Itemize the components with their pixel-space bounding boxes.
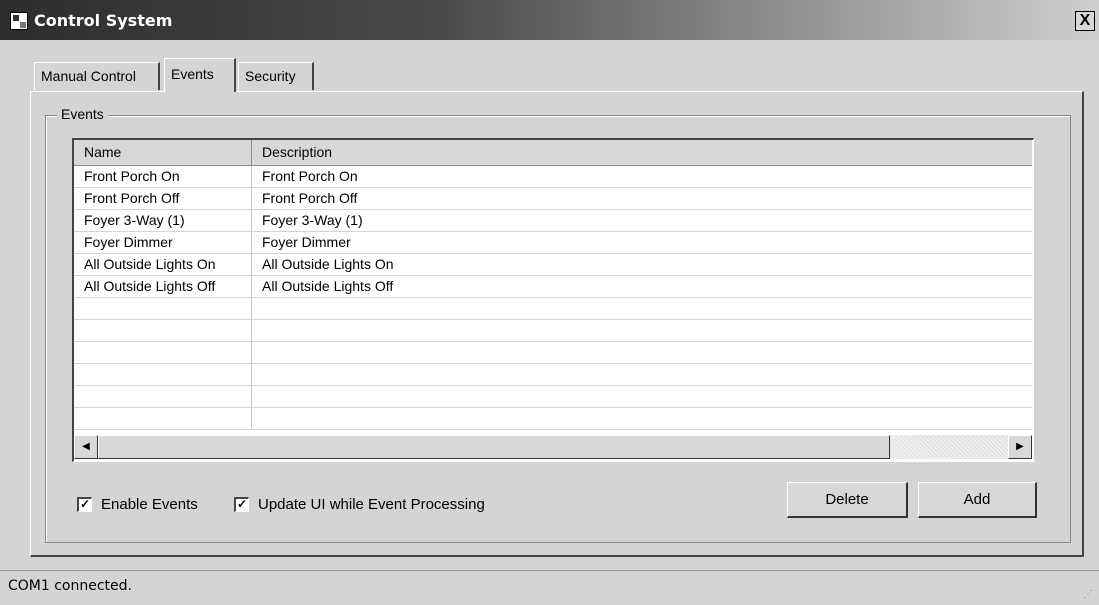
window-title: Control System (34, 11, 173, 30)
status-bar: COM1 connected. ⋰ (0, 570, 1099, 605)
resize-grip-icon[interactable]: ⋰ (1083, 589, 1095, 601)
main-window: Control System X Manual Control Events S… (0, 0, 1099, 605)
title-bar[interactable]: Control System X (0, 0, 1099, 40)
close-button[interactable]: X (1075, 11, 1095, 31)
tab-page-events (30, 91, 1084, 557)
status-text: COM1 connected. (8, 578, 132, 594)
tab-security[interactable]: Security (238, 62, 314, 90)
app-icon[interactable] (10, 12, 28, 30)
tab-manual-control[interactable]: Manual Control (34, 62, 160, 90)
tab-events[interactable]: Events (164, 58, 236, 92)
